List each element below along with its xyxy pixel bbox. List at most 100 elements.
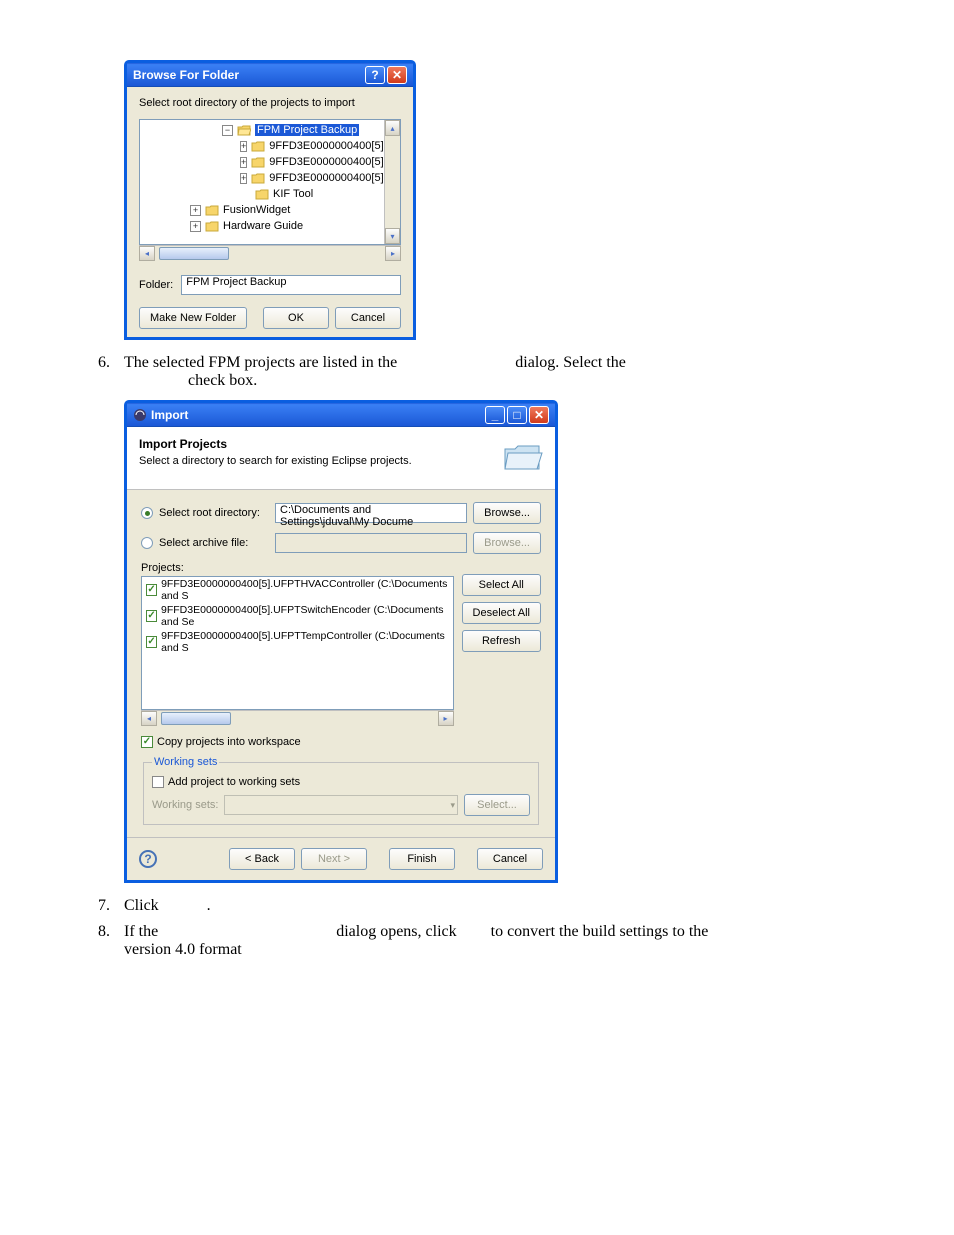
archive-file-radio[interactable]	[141, 537, 153, 549]
folder-icon	[251, 172, 265, 184]
scroll-down-icon[interactable]: ▾	[385, 228, 400, 244]
finish-button[interactable]: Finish	[389, 848, 455, 870]
import-folder-icon	[501, 437, 543, 473]
dialog-title: Import	[151, 408, 188, 422]
tree-node[interactable]: 9FFD3E0000000400[5].UF	[269, 156, 401, 168]
root-directory-radio[interactable]	[141, 507, 153, 519]
collapse-icon[interactable]: −	[222, 125, 233, 136]
wizard-button-bar: ? < Back Next > Finish Cancel	[127, 837, 555, 880]
maximize-titlebar-button[interactable]: □	[507, 406, 527, 424]
deselect-all-button[interactable]: Deselect All	[462, 602, 541, 624]
close-titlebar-button[interactable]: ✕	[529, 406, 549, 424]
scroll-up-icon[interactable]: ▴	[385, 120, 400, 136]
scroll-left-icon[interactable]: ◂	[141, 711, 157, 726]
help-icon[interactable]: ?	[139, 850, 157, 868]
next-button: Next >	[301, 848, 367, 870]
eclipse-icon	[133, 408, 147, 422]
folder-icon	[255, 188, 269, 200]
project-item[interactable]: 9FFD3E0000000400[5].UFPTSwitchEncoder (C…	[161, 604, 449, 628]
import-dialog: Import _ □ ✕ Import Projects Select a di…	[124, 400, 558, 883]
project-item[interactable]: 9FFD3E0000000400[5].UFPTTempController (…	[161, 630, 448, 654]
select-working-sets-button: Select...	[464, 794, 530, 816]
folder-icon	[251, 140, 265, 152]
close-titlebar-button[interactable]: ✕	[387, 66, 407, 84]
scroll-right-icon[interactable]: ▸	[385, 246, 401, 261]
copy-into-workspace-label: Copy projects into workspace	[157, 736, 301, 748]
cancel-button[interactable]: Cancel	[477, 848, 543, 870]
banner-subtitle: Select a directory to search for existin…	[139, 455, 493, 467]
root-directory-input[interactable]: C:\Documents and Settings\jduval\My Docu…	[275, 503, 467, 523]
project-checkbox[interactable]	[146, 584, 157, 596]
step-text: dialog. Select the	[515, 354, 626, 371]
root-directory-label: Select root directory:	[159, 507, 269, 519]
help-titlebar-button[interactable]: ?	[365, 66, 385, 84]
tree-node[interactable]: 9FFD3E0000000400[5].UF	[269, 140, 401, 152]
projects-label: Projects:	[141, 562, 541, 574]
tree-node[interactable]: FusionWidget	[223, 204, 290, 216]
instruction-text: Select root directory of the projects to…	[139, 97, 401, 109]
banner-title: Import Projects	[139, 437, 493, 451]
ok-button[interactable]: OK	[263, 307, 329, 329]
tree-node-selected[interactable]: FPM Project Backup	[255, 124, 359, 136]
archive-file-label: Select archive file:	[159, 537, 269, 549]
chevron-down-icon: ▾	[450, 800, 455, 811]
working-sets-legend: Working sets	[152, 756, 219, 768]
wizard-banner: Import Projects Select a directory to se…	[127, 427, 555, 490]
working-sets-fieldset: Working sets Add project to working sets…	[143, 756, 539, 825]
back-button[interactable]: < Back	[229, 848, 295, 870]
minimize-titlebar-button[interactable]: _	[485, 406, 505, 424]
expand-icon[interactable]: +	[190, 205, 201, 216]
folder-icon	[205, 204, 219, 216]
expand-icon[interactable]: +	[240, 141, 247, 152]
projects-listbox[interactable]: 9FFD3E0000000400[5].UFPTHVACController (…	[141, 576, 454, 710]
step-text: Click	[124, 897, 163, 914]
folder-name-input[interactable]: FPM Project Backup	[181, 275, 401, 295]
expand-icon[interactable]: +	[190, 221, 201, 232]
folder-label: Folder:	[139, 279, 173, 291]
folder-open-icon	[237, 124, 251, 136]
browse-for-folder-dialog: Browse For Folder ? ✕ Select root direct…	[124, 60, 416, 340]
titlebar: Import _ □ ✕	[127, 403, 555, 427]
horizontal-scrollbar[interactable]: ◂ ▸	[139, 245, 401, 261]
browse-archive-button: Browse...	[473, 532, 541, 554]
dialog-title: Browse For Folder	[133, 68, 239, 82]
step-6: 6. The selected FPM projects are listed …	[90, 354, 864, 390]
copy-into-workspace-checkbox[interactable]	[141, 736, 153, 748]
select-all-button[interactable]: Select All	[462, 574, 541, 596]
tree-node[interactable]: 9FFD3E0000000400[5].UF	[269, 172, 401, 184]
horizontal-scrollbar[interactable]: ◂ ▸	[141, 710, 454, 726]
working-sets-dropdown: ▾	[224, 795, 458, 815]
scroll-right-icon[interactable]: ▸	[438, 711, 454, 726]
scroll-left-icon[interactable]: ◂	[139, 246, 155, 261]
expand-icon[interactable]: +	[240, 157, 247, 168]
tree-node[interactable]: Hardware Guide	[223, 220, 303, 232]
make-new-folder-button[interactable]: Make New Folder	[139, 307, 247, 329]
step-text: .	[207, 897, 211, 914]
archive-file-input	[275, 533, 467, 553]
step-number: 7.	[90, 897, 124, 915]
project-checkbox[interactable]	[146, 610, 157, 622]
vertical-scrollbar[interactable]: ▴ ▾	[384, 120, 400, 244]
project-checkbox[interactable]	[146, 636, 157, 648]
add-to-working-sets-label: Add project to working sets	[168, 776, 300, 788]
add-to-working-sets-checkbox[interactable]	[152, 776, 164, 788]
working-sets-label: Working sets:	[152, 799, 218, 811]
step-8: 8. If the dialog opens, click to convert…	[90, 923, 864, 959]
step-text: dialog opens, click	[336, 923, 460, 940]
step-text: to convert the build settings to the	[491, 923, 709, 940]
titlebar: Browse For Folder ? ✕	[127, 63, 413, 87]
expand-icon[interactable]: +	[240, 173, 247, 184]
tree-node[interactable]: KIF Tool	[273, 188, 313, 200]
step-number: 6.	[90, 354, 124, 390]
step-text: The selected FPM projects are listed in …	[124, 354, 401, 371]
project-item[interactable]: 9FFD3E0000000400[5].UFPTHVACController (…	[161, 578, 448, 602]
step-7: 7. Click .	[90, 897, 864, 915]
step-text: check box.	[188, 372, 257, 389]
folder-icon	[205, 220, 219, 232]
browse-root-button[interactable]: Browse...	[473, 502, 541, 524]
step-text: If the	[124, 923, 162, 940]
folder-tree[interactable]: − FPM Project Backup + 9FFD3E0000000400[…	[139, 119, 401, 245]
refresh-button[interactable]: Refresh	[462, 630, 541, 652]
step-text: version 4.0 format	[124, 941, 242, 958]
cancel-button[interactable]: Cancel	[335, 307, 401, 329]
